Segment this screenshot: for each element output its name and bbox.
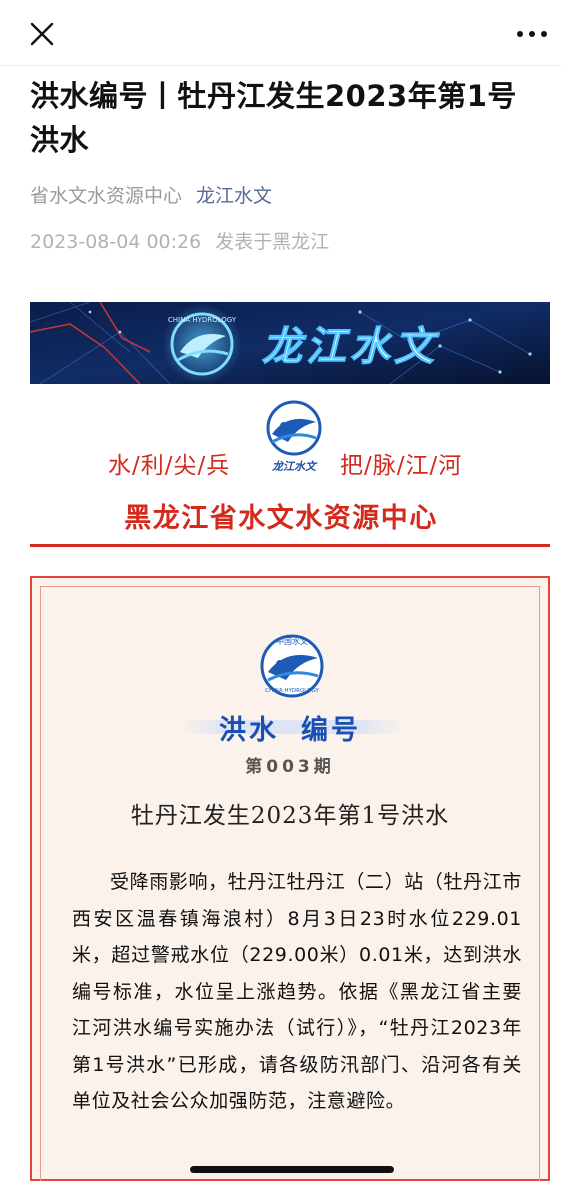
account-name-link[interactable]: 龙江水文 [196,185,272,207]
article-source: 省水文水资源中心 [30,185,183,207]
more-options-button[interactable] [510,14,554,54]
publish-datetime: 2023-08-04 00:26 [30,231,202,253]
hydrology-logo-icon: 中国水文 CHINA HYDROLOGY [260,634,324,698]
organization-title: 黑龙江省水文水资源中心 [124,503,438,534]
slogan-right: 把/脉/江/河 [340,453,463,479]
home-indicator[interactable] [190,1166,394,1173]
banner-title-text: 龙江水文 [262,323,440,370]
more-dots-icon [517,31,547,37]
close-button[interactable] [22,14,62,54]
red-divider [30,544,550,547]
document-title: 牡丹江发生2023年第1号洪水 [130,803,450,829]
document-body: 受降雨影响，牡丹江牡丹江（二）站（牡丹江市西安区温春镇海浪村）8月3日23时水位… [72,871,522,1112]
logo-bottom-text: CHINA HYDROLOGY [265,688,319,694]
heading-part-1: 洪水 [219,715,279,746]
issue-number: 第003期 [245,757,335,777]
document-logo: 中国水文 CHINA HYDROLOGY [258,630,326,706]
banner-image: CHINA HYDROLOGY 龙江水文 [30,302,550,384]
banner-graphic: CHINA HYDROLOGY 龙江水文 [30,302,550,384]
banner-logo-text: CHINA HYDROLOGY [168,316,237,324]
logo-caption: 龙江水文 [271,460,318,473]
china-hydrology-logo: 龙江水文 [258,398,330,480]
document-heading: 洪水 编号 [32,708,548,747]
close-icon [30,22,54,46]
slogan-left: 水/利/尖/兵 [108,453,231,479]
article-publish-info: 2023-08-04 00:26 发表于黑龙江 [30,228,329,256]
logo-top-text: 中国水文 [276,636,308,646]
article-meta: 省水文水资源中心 龙江水文 [30,182,272,210]
heading-part-2: 编号 [301,715,361,746]
hydrology-logo-icon: 龙江水文 [266,400,322,473]
publish-location: 发表于黑龙江 [215,231,330,253]
top-nav-bar [0,0,562,66]
article-title: 洪水编号丨牡丹江发生2023年第1号洪水 [30,79,517,157]
flood-notice-document: 中国水文 CHINA HYDROLOGY 洪水 编号 第003期 牡丹江发生202… [30,576,550,1181]
